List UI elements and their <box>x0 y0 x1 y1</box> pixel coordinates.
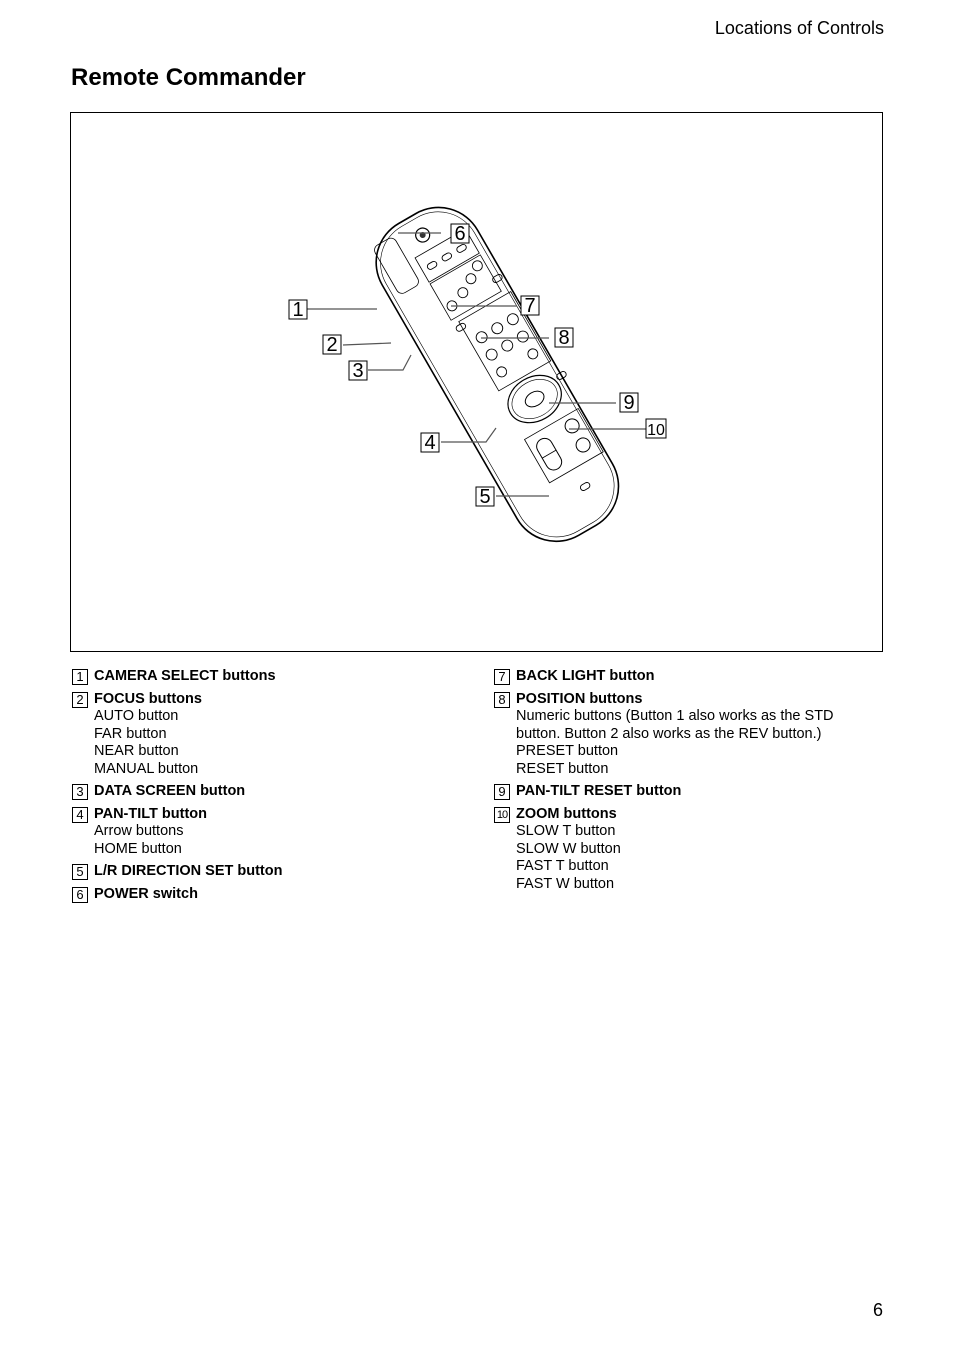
legend-entry-5: 5 L/R DIRECTION SET button <box>72 863 472 881</box>
remote-body <box>374 206 620 543</box>
leader-3 <box>368 354 412 371</box>
svg-text:3: 3 <box>352 360 363 382</box>
svg-text:1: 1 <box>292 299 303 321</box>
callout-number: 3 <box>72 784 88 800</box>
callout-7: 7 <box>520 295 540 317</box>
svg-text:10: 10 <box>647 422 665 439</box>
callout-number: 1 <box>72 669 88 685</box>
leader-2 <box>342 342 392 346</box>
entry-title: CAMERA SELECT buttons <box>94 668 276 684</box>
svg-text:7: 7 <box>524 295 535 317</box>
legend-entry-10: 10 ZOOM buttons SLOW T button SLOW W butt… <box>494 806 874 894</box>
entry-item: SLOW T button <box>516 823 616 839</box>
legend-entry-4: 4 PAN-TILT button Arrow buttons HOME butt… <box>72 806 472 859</box>
entry-item: MANUAL button <box>94 760 199 777</box>
svg-text:9: 9 <box>623 392 634 414</box>
legend-entry-9: 9 PAN-TILT RESET button <box>494 783 874 801</box>
focus-panel <box>429 254 502 321</box>
legend-left: 1 CAMERA SELECT buttons 2 FOCUS buttons AU… <box>72 668 472 908</box>
entry-title: POWER switch <box>94 885 198 902</box>
callout-number: 4 <box>72 806 88 823</box>
callout-number: 9 <box>494 784 510 800</box>
callout-1: 1 <box>288 299 308 321</box>
remote-diagram: 6 1 7 8 2 3 9 10 4 5 <box>288 206 667 543</box>
callout-8: 8 <box>554 327 574 349</box>
callout-10: 10 <box>645 418 667 439</box>
legend-entry-6: 6 POWER switch <box>72 886 472 904</box>
entry-title: PAN-TILT button <box>94 805 208 822</box>
svg-text:2: 2 <box>326 334 337 356</box>
legend-entry-7: 7 BACK LIGHT button <box>494 668 874 686</box>
entry-item: Numeric buttons (Button 1 also works as … <box>516 708 834 742</box>
legend-entry-3: 3 DATA SCREEN button <box>72 783 472 801</box>
entry-item: FAST T button <box>516 858 609 874</box>
svg-text:8: 8 <box>558 327 569 349</box>
callout-3: 3 <box>348 360 368 382</box>
callout-number: 10 <box>494 806 510 823</box>
callout-number: 5 <box>72 864 88 880</box>
entry-title: L/R DIRECTION SET button <box>94 863 283 879</box>
svg-text:6: 6 <box>454 223 465 245</box>
callout-number: 8 <box>494 691 510 708</box>
callout-number: 2 <box>72 691 88 708</box>
entry-title: DATA SCREEN button <box>94 783 246 799</box>
entry-item: Arrow buttons <box>94 823 184 839</box>
callout-number: 6 <box>72 886 88 903</box>
entry-title: PAN-TILT RESET button <box>516 783 682 799</box>
entry-item: SLOW W button <box>516 840 621 857</box>
entry-item: RESET button <box>516 760 609 777</box>
callout-9: 9 <box>619 392 639 414</box>
svg-text:4: 4 <box>424 432 435 454</box>
entry-title: BACK LIGHT button <box>516 668 655 684</box>
entry-item: FAST W button <box>516 875 615 892</box>
svg-text:5: 5 <box>479 486 490 508</box>
section-header: Locations of Controls <box>714 18 884 38</box>
entry-item: NEAR button <box>94 743 179 759</box>
page-number: 6 <box>872 1300 883 1320</box>
callouts: 6 1 7 8 2 3 9 10 4 5 <box>288 223 667 508</box>
entry-title: FOCUS buttons <box>94 690 202 707</box>
entry-title: ZOOM buttons <box>516 805 617 822</box>
legend-entry-2: 2 FOCUS buttons AUTO button FAR button NE… <box>72 691 472 779</box>
callout-4: 4 <box>420 432 440 454</box>
pan-tilt-pad <box>507 374 562 424</box>
callout-2: 2 <box>322 334 342 356</box>
entry-item: AUTO button <box>94 708 179 724</box>
entry-item: PRESET button <box>516 743 619 759</box>
remote-figure: 6 1 7 8 2 3 9 10 4 5 <box>70 112 883 652</box>
legend-entry-8: 8 POSITION buttons Numeric buttons (Butto… <box>494 691 874 779</box>
callout-5: 5 <box>475 486 495 508</box>
legend-entry-1: 1 CAMERA SELECT buttons <box>72 668 472 686</box>
entry-title: POSITION buttons <box>516 690 643 707</box>
page-title: Remote Commander <box>71 64 306 91</box>
legend-right: 7 BACK LIGHT button 8 POSITION buttons Num… <box>494 668 874 898</box>
entry-item: HOME button <box>94 840 182 857</box>
callout-6: 6 <box>450 223 470 245</box>
callout-number: 7 <box>494 669 510 685</box>
entry-item: FAR button <box>94 725 167 742</box>
